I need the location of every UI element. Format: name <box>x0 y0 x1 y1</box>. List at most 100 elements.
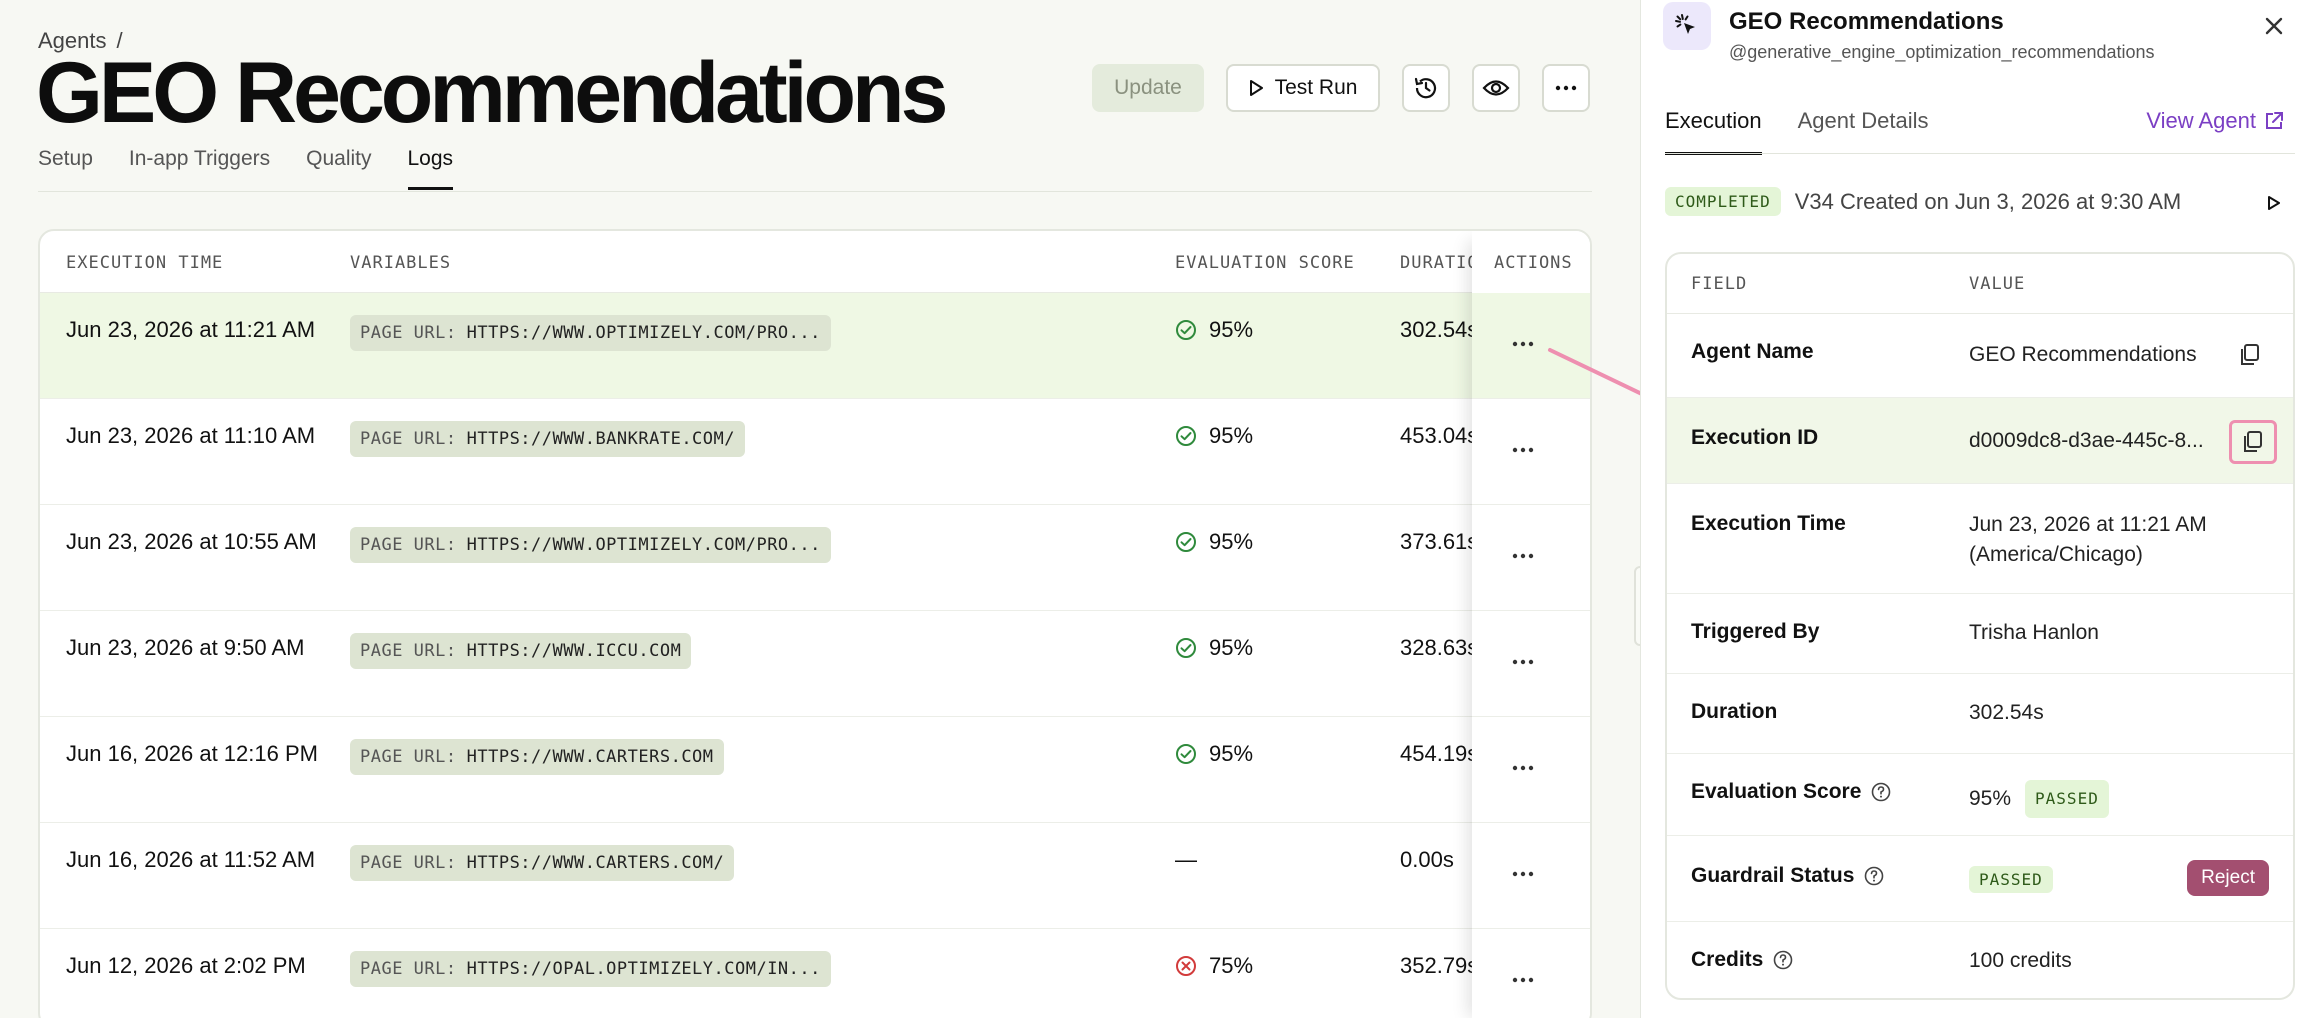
table-row[interactable]: Jun 12, 2026 at 2:02 PM PAGE URL: HTTPS://… <box>40 929 1590 1018</box>
tab-agent-details[interactable]: Agent Details <box>1798 108 1929 155</box>
close-panel-button[interactable] <box>2264 10 2284 44</box>
history-button[interactable] <box>1402 64 1450 112</box>
copy-icon <box>2244 431 2262 452</box>
field-label: Guardrail Status <box>1691 864 1884 888</box>
help-circle-icon[interactable] <box>1773 950 1793 970</box>
header-value: VALUE <box>1969 274 2026 294</box>
variable-value: HTTPS://OPAL.OPTIMIZELY.COM/IN... <box>466 959 821 979</box>
score-value: 95% <box>1209 317 1254 342</box>
evaluation-score-label: Evaluation Score <box>1691 780 1862 803</box>
guardrail-passed-badge: PASSED <box>1969 866 2053 893</box>
field-label: Credits <box>1691 948 1793 972</box>
variable-key: PAGE URL: <box>360 747 457 767</box>
row-divider <box>1472 716 1590 717</box>
tab-quality[interactable]: Quality <box>306 147 371 190</box>
execution-status-row: COMPLETED V34 Created on Jun 3, 2026 at … <box>1665 187 2181 216</box>
execution-time-cell: Jun 16, 2026 at 12:16 PM <box>66 741 318 766</box>
score-value: 75% <box>1209 953 1254 978</box>
more-button[interactable] <box>1542 64 1590 112</box>
evaluation-score-cell: 95% <box>1175 317 1253 343</box>
table-row[interactable]: Jun 23, 2026 at 11:10 AM PAGE URL: HTTPS:/… <box>40 399 1590 505</box>
fields-header: FIELD VALUE <box>1667 254 2293 314</box>
row-actions-button[interactable] <box>1512 641 1534 672</box>
header-actions: ACTIONS <box>1494 253 1573 273</box>
credits-label: Credits <box>1691 948 1764 971</box>
table-row[interactable]: Jun 23, 2026 at 9:50 AM PAGE URL: HTTPS://… <box>40 611 1590 717</box>
field-label: Execution ID <box>1691 426 1819 449</box>
evaluation-score-cell: 95% <box>1175 741 1253 767</box>
execution-time-cell: Jun 23, 2026 at 11:10 AM <box>66 423 316 448</box>
field-value: 95% PASSED <box>1969 780 2109 818</box>
score-value: — <box>1175 847 1197 872</box>
header-duration[interactable]: DURATION <box>1400 253 1480 273</box>
variable-chip: PAGE URL: HTTPS://WWW.CARTERS.COM/ <box>350 845 735 881</box>
close-icon <box>2265 17 2283 35</box>
variable-value: HTTPS://WWW.ICCU.COM <box>466 641 682 661</box>
more-horizontal-icon <box>1512 447 1534 453</box>
preview-button[interactable] <box>1472 64 1520 112</box>
execution-time-value: Jun 23, 2026 at 11:21 AM <box>1969 513 2207 536</box>
check-circle-icon <box>1176 744 1196 764</box>
row-actions-button[interactable] <box>1512 853 1534 884</box>
copy-icon <box>2241 344 2259 365</box>
page-title: GEO Recommendations <box>36 45 948 141</box>
tab-logs[interactable]: Logs <box>407 147 454 190</box>
score-value: 95% <box>1209 529 1254 554</box>
table-row[interactable]: Jun 23, 2026 at 11:21 AM PAGE URL: HTTPS:/… <box>40 293 1590 399</box>
field-row-agent-name: Agent Name GEO Recommendations <box>1667 314 2293 398</box>
execution-time-cell: Jun 23, 2026 at 11:21 AM <box>66 317 316 342</box>
field-value: GEO Recommendations <box>1969 343 2197 366</box>
row-divider <box>1472 610 1590 611</box>
field-row-triggered-by: Triggered By Trisha Hanlon <box>1667 594 2293 674</box>
variable-value: HTTPS://WWW.CARTERS.COM/ <box>466 853 725 873</box>
header-execution-time[interactable]: EXECUTION TIME <box>66 253 223 273</box>
evaluation-score-cell: 95% <box>1175 635 1253 661</box>
header-field: FIELD <box>1691 274 1748 294</box>
check-circle-icon <box>1176 426 1196 446</box>
field-value: PASSED <box>1969 864 2053 895</box>
view-agent-link[interactable]: View Agent <box>2146 108 2284 134</box>
table-header: EXECUTION TIME VARIABLES EVALUATION SCOR… <box>40 231 1590 293</box>
tab-setup[interactable]: Setup <box>38 147 93 190</box>
eye-icon <box>1482 80 1510 96</box>
variable-key: PAGE URL: <box>360 959 457 979</box>
row-actions-button[interactable] <box>1512 535 1534 566</box>
variable-chip: PAGE URL: HTTPS://WWW.BANKRATE.COM/ <box>350 421 745 457</box>
row-actions-button[interactable] <box>1512 747 1534 778</box>
check-circle-icon <box>1176 532 1196 552</box>
table-row[interactable]: Jun 16, 2026 at 11:52 AM PAGE URL: HTTPS:/… <box>40 823 1590 929</box>
variable-key: PAGE URL: <box>360 323 457 343</box>
table-row[interactable]: Jun 23, 2026 at 10:55 AM PAGE URL: HTTPS:/… <box>40 505 1590 611</box>
help-circle-icon[interactable] <box>1871 782 1891 802</box>
evaluation-passed-badge: PASSED <box>2025 780 2109 818</box>
expand-version-button[interactable] <box>2268 196 2280 215</box>
execution-time-cell: Jun 23, 2026 at 10:55 AM <box>66 529 317 554</box>
copy-agent-name-button[interactable] <box>2231 336 2269 374</box>
x-circle-icon <box>1176 956 1196 976</box>
header-variables[interactable]: VARIABLES <box>350 253 451 273</box>
evaluation-score-value: 95% <box>1969 787 2012 810</box>
cursor-click-icon <box>1675 14 1695 34</box>
execution-time-cell: Jun 23, 2026 at 9:50 AM <box>66 635 305 660</box>
external-link-icon <box>2266 112 2283 129</box>
copy-execution-id-button[interactable] <box>2229 420 2277 464</box>
panel-agent-name: GEO Recommendations <box>1729 8 2004 35</box>
check-circle-icon <box>1176 320 1196 340</box>
panel-tabs-divider <box>1665 153 2295 154</box>
tab-in-app-triggers[interactable]: In-app Triggers <box>129 147 270 190</box>
header-evaluation-score[interactable]: EVALUATION SCORE <box>1175 253 1355 273</box>
tab-execution[interactable]: Execution <box>1665 108 1762 155</box>
field-row-duration: Duration 302.54s <box>1667 674 2293 754</box>
execution-time-cell: Jun 16, 2026 at 11:52 AM <box>66 847 316 872</box>
variable-key: PAGE URL: <box>360 535 457 555</box>
variable-key: PAGE URL: <box>360 641 457 661</box>
evaluation-score-cell: 95% <box>1175 529 1253 555</box>
reject-button[interactable]: Reject <box>2187 860 2269 896</box>
help-circle-icon[interactable] <box>1864 866 1884 886</box>
row-actions-button[interactable] <box>1512 959 1534 990</box>
table-row[interactable]: Jun 16, 2026 at 12:16 PM PAGE URL: HTTPS:/… <box>40 717 1590 823</box>
test-run-button[interactable]: Test Run <box>1226 64 1380 112</box>
update-button[interactable]: Update <box>1092 64 1204 112</box>
variable-chip: PAGE URL: HTTPS://WWW.OPTIMIZELY.COM/PRO.… <box>350 315 831 351</box>
field-row-credits: Credits 100 credits <box>1667 922 2293 998</box>
